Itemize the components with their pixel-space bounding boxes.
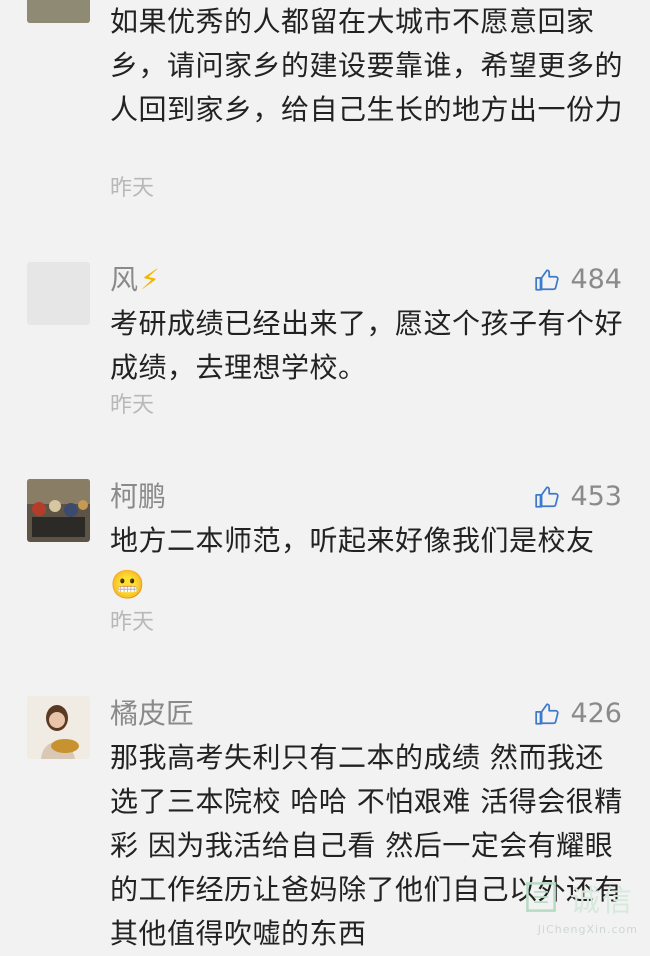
thumbs-up-icon xyxy=(535,486,560,508)
author-name: 风 xyxy=(110,263,139,296)
comment-time: 昨天 xyxy=(110,610,155,635)
like-button[interactable]: 426 xyxy=(534,696,622,732)
author-name: 橘皮匠 xyxy=(110,697,195,730)
avatar[interactable] xyxy=(27,479,90,542)
like-count: 484 xyxy=(570,264,622,295)
like-button[interactable]: 484 xyxy=(534,262,622,298)
comment-text-body: 地方二本师范，听起来好像我们是校友 xyxy=(110,524,595,557)
avatar[interactable] xyxy=(27,0,90,23)
comment-text: 如果优秀的人都留在大城市不愿意回家乡，请问家乡的建设要靠谁，希望更多的人回到家乡… xyxy=(110,5,624,126)
watermark-text: 诚信 xyxy=(570,884,634,919)
comment-author[interactable]: 橘皮匠 xyxy=(110,696,194,732)
avatar-image xyxy=(27,479,90,542)
comment-text: 地方二本师范，听起来好像我们是校友 😬 xyxy=(110,519,630,607)
comment-text: 考研成绩已经出来了，愿这个孩子有个好成绩，去理想学校。 xyxy=(110,307,624,384)
comment-time: 昨天 xyxy=(110,393,155,418)
like-count: 453 xyxy=(570,481,622,512)
avatar[interactable] xyxy=(27,696,90,759)
thumbs-up-icon xyxy=(535,703,560,725)
comment-author[interactable]: 风 ⚡ xyxy=(110,262,160,298)
avatar[interactable] xyxy=(27,262,90,325)
like-button[interactable]: 453 xyxy=(534,479,622,515)
comment-author[interactable]: 柯鹏 xyxy=(110,479,166,515)
lightning-emoji: ⚡ xyxy=(140,263,160,296)
like-count: 426 xyxy=(570,698,622,729)
watermark-icon xyxy=(526,882,556,912)
grimace-emoji: 😬 xyxy=(110,568,146,601)
thumbs-up-icon xyxy=(535,269,560,291)
comment-time: 昨天 xyxy=(110,176,155,201)
watermark-url: JiChengXin.com xyxy=(537,923,638,936)
avatar-image xyxy=(27,696,90,759)
watermark-logo: 诚信 JiChengXin.com xyxy=(524,878,644,938)
author-name: 柯鹏 xyxy=(110,480,167,513)
avatar-image xyxy=(27,0,90,23)
